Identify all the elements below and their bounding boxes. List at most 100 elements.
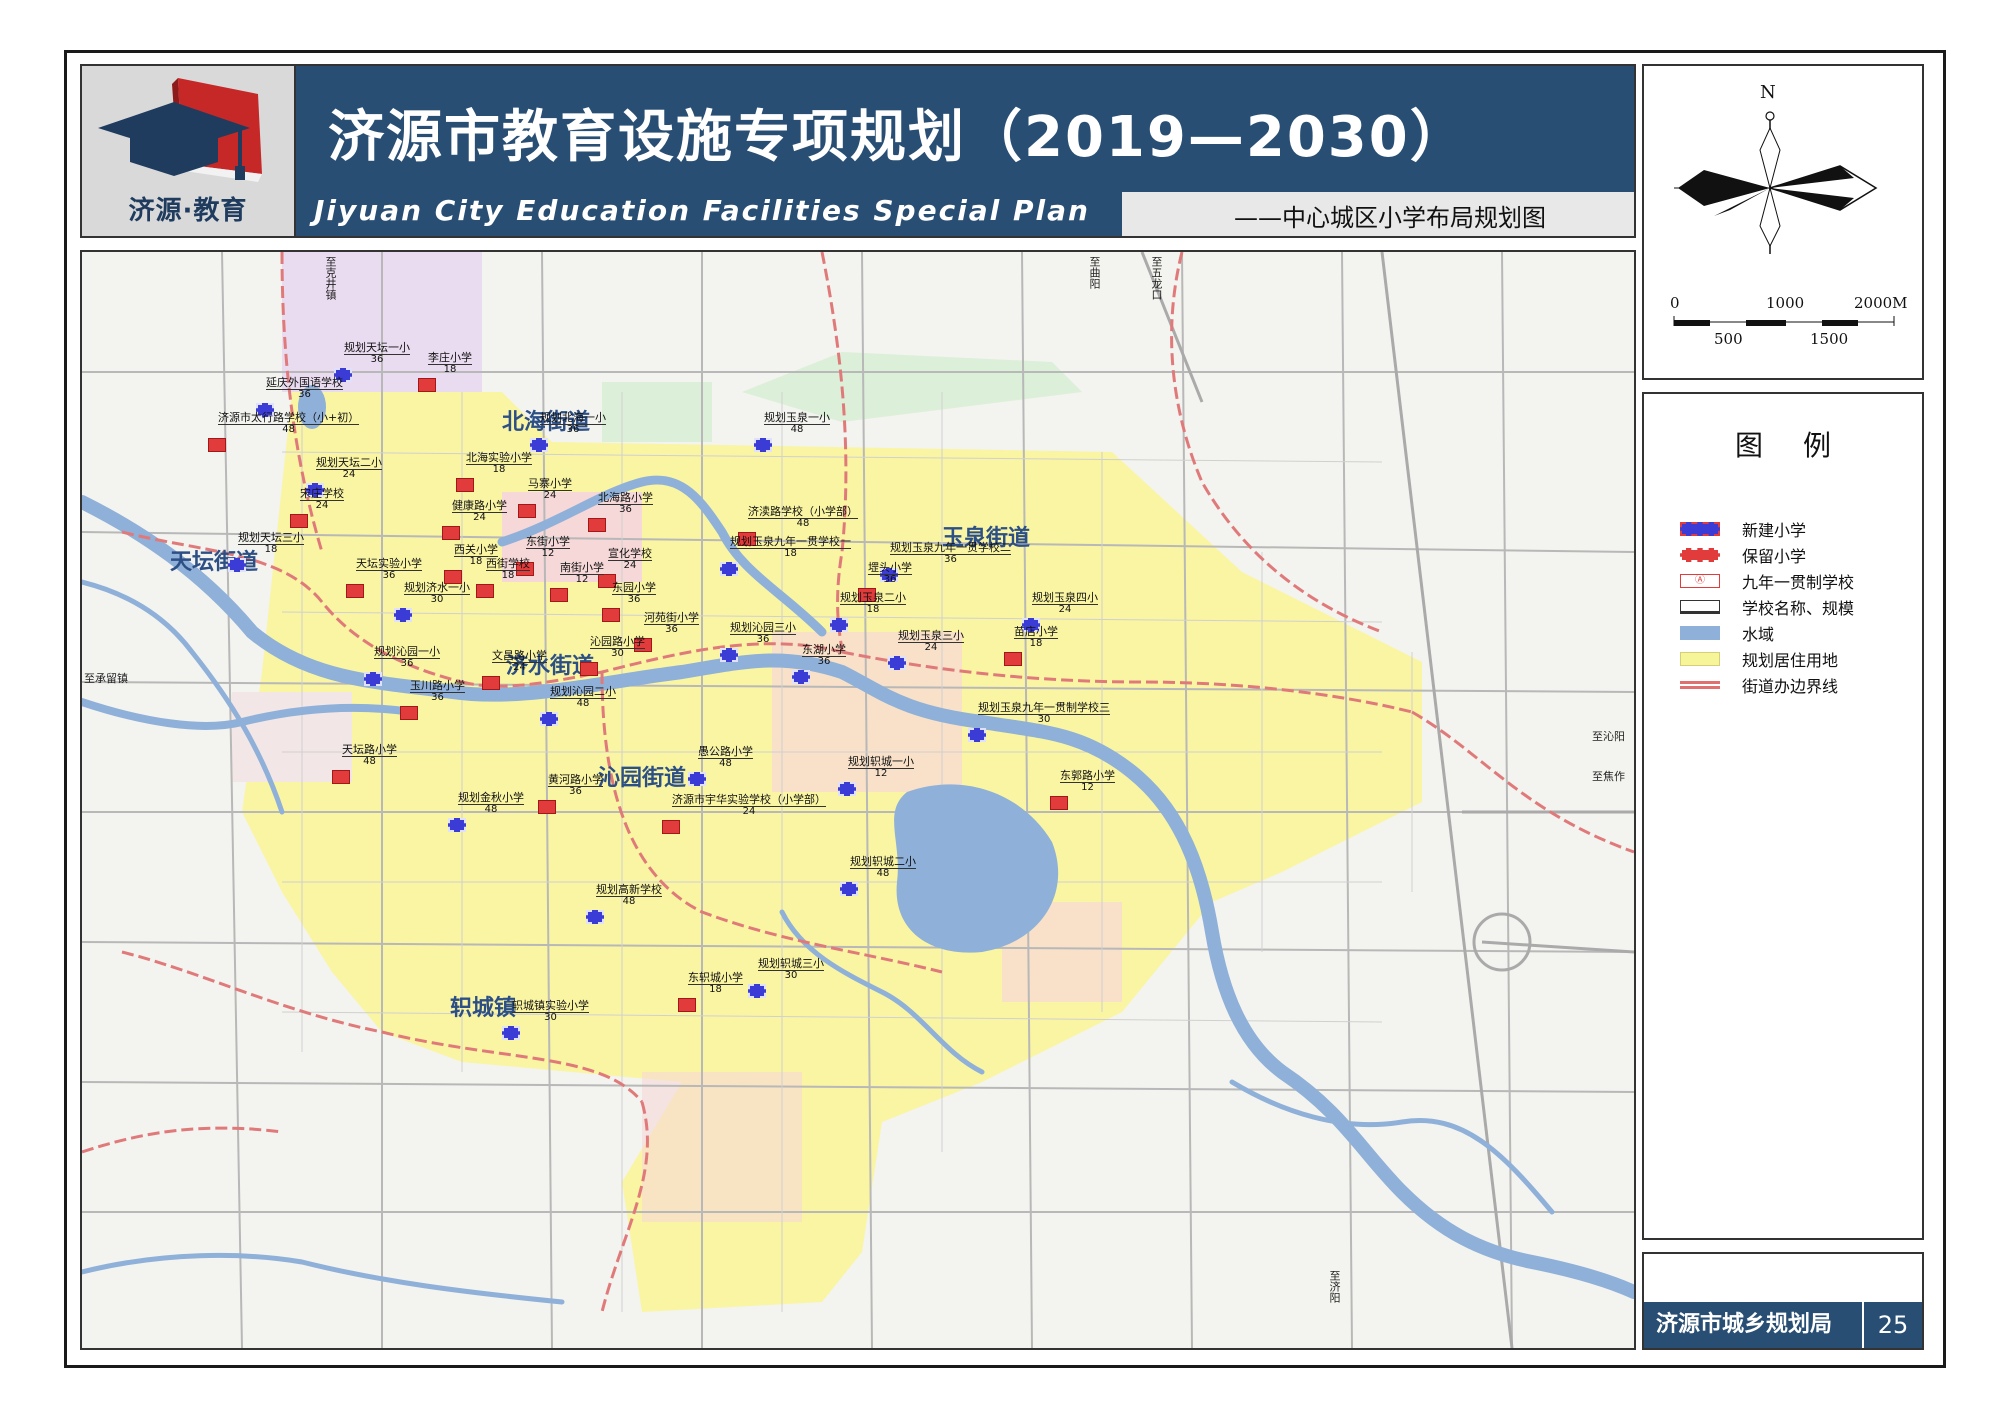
school-label: 规划轵城三小 30 [758, 957, 824, 982]
new-school-marker[interactable] [540, 712, 558, 726]
kept-school-marker[interactable] [456, 478, 474, 492]
compass-scale-panel: N 0 1000 2000M 500 1500 [1642, 64, 1924, 380]
legend-item: 规划居住用地 [1680, 648, 1838, 670]
kept-school-marker[interactable] [418, 378, 436, 392]
kept-school-marker[interactable] [442, 526, 460, 540]
kept-school-marker[interactable] [1050, 796, 1068, 810]
new-school-marker[interactable] [720, 562, 738, 576]
school-capacity: 18 [501, 570, 515, 581]
new-school-marker[interactable] [502, 1026, 520, 1040]
legend-title: 图例 [1734, 429, 1871, 462]
school-label: 沁园路小学 30 [590, 635, 645, 660]
school-label: 东园小学 36 [612, 581, 656, 606]
kept-school-marker[interactable] [1004, 652, 1022, 666]
kept-school-marker[interactable] [332, 770, 350, 784]
kept-school-marker[interactable] [588, 518, 606, 532]
kept-school-marker[interactable] [208, 438, 226, 452]
school-capacity: 36 [431, 692, 444, 703]
new-school-marker[interactable] [364, 672, 382, 686]
school-capacity: 18 [709, 984, 722, 995]
kept-school-marker[interactable] [580, 662, 598, 676]
kept-school-marker[interactable] [662, 820, 680, 834]
new-school-marker[interactable] [838, 782, 856, 796]
kept-school-marker[interactable] [482, 676, 500, 690]
school-label: 规划天坛三小 18 [238, 531, 304, 556]
new-school-marker[interactable] [586, 910, 604, 924]
new-school-marker[interactable] [792, 670, 810, 684]
new-school-marker[interactable] [840, 882, 858, 896]
school-name: 济源市太行路学校（小+初） [218, 411, 360, 425]
school-capacity: 24 [513, 662, 526, 673]
legend-label: 水域 [1742, 625, 1775, 644]
school-name: 宋庄学校 [300, 487, 344, 501]
legend-swatch-kept-school [1680, 548, 1720, 562]
school-capacity: 30 [544, 1012, 557, 1023]
school-capacity: 24 [342, 469, 356, 480]
school-capacity: 36 [370, 354, 384, 365]
school-label: 北海路小学 36 [598, 491, 653, 516]
school-capacity: 48 [622, 896, 636, 907]
kept-school-marker[interactable] [602, 608, 620, 622]
school-capacity: 48 [796, 518, 810, 529]
school-capacity: 30 [611, 648, 624, 659]
new-school-marker[interactable] [228, 558, 246, 572]
school-capacity: 36 [756, 634, 770, 645]
school-name: 宣化学校 [608, 547, 652, 561]
kept-school-marker[interactable] [550, 588, 568, 602]
school-label: 愚公路小学 48 [698, 745, 753, 770]
school-capacity: 18 [866, 604, 880, 615]
book-cap-logo-icon [98, 78, 262, 182]
new-school-marker[interactable] [688, 772, 706, 786]
new-school-marker[interactable] [748, 984, 766, 998]
legend-swatch-boundary [1680, 681, 1720, 689]
legend-label: 新建小学 [1742, 521, 1807, 540]
legend-swatch-name-scale [1680, 600, 1720, 614]
school-label: 规划天坛一小 36 [344, 341, 410, 366]
school-label: 规划北海一小 36 [540, 411, 606, 436]
school-capacity: 30 [784, 970, 798, 981]
kept-school-marker[interactable] [290, 514, 308, 528]
school-capacity: 36 [883, 574, 897, 585]
school-label: 规划轵城一小 12 [848, 755, 914, 780]
new-school-marker[interactable] [888, 656, 906, 670]
new-school-marker[interactable] [830, 618, 848, 632]
kept-school-marker[interactable] [538, 800, 556, 814]
school-label: 健康路小学 24 [452, 499, 507, 524]
road-label-kejing: 至克井镇 [324, 256, 337, 300]
road-label-quyang: 至曲阳 [1088, 256, 1101, 289]
legend-item: 街道办边界线 [1680, 674, 1838, 696]
footer-band: 济源市城乡规划局 25 [1644, 1302, 1922, 1348]
kept-school-marker[interactable] [678, 998, 696, 1012]
new-school-marker[interactable] [530, 438, 548, 452]
kept-school-marker[interactable] [400, 706, 418, 720]
kept-school-marker[interactable] [518, 504, 536, 518]
road-label-chengliu: 至承留镇 [84, 672, 128, 685]
school-label: 文昌路小学 24 [492, 649, 547, 674]
school-label: 规划玉泉三小 24 [898, 629, 964, 654]
school-capacity: 18 [1029, 638, 1043, 649]
school-label: 河苑街小学 36 [644, 611, 699, 636]
kept-school-marker[interactable] [476, 584, 494, 598]
school-capacity: 36 [566, 424, 580, 435]
new-school-marker[interactable] [394, 608, 412, 622]
school-label: 堽头小学 36 [868, 561, 912, 586]
kept-school-marker[interactable] [346, 584, 364, 598]
new-school-marker[interactable] [968, 728, 986, 742]
new-school-marker[interactable] [754, 438, 772, 452]
school-label: 规划玉泉九年一贯制学校三 30 [978, 701, 1110, 726]
legend-swatch-residential [1680, 652, 1720, 666]
school-name: 沁园路小学 [590, 635, 645, 649]
school-name: 西街学校 [486, 557, 530, 571]
school-name: 东郭路小学 [1060, 769, 1115, 783]
school-name: 堽头小学 [868, 561, 912, 575]
new-school-marker[interactable] [720, 648, 738, 662]
school-name: 延庆外国语学校 [266, 376, 343, 390]
map-canvas[interactable]: 北海街道 玉泉街道 天坛街道 济水街道 沁园街道 轵城镇 至承留镇 至沁阳 至焦… [80, 250, 1636, 1350]
new-school-marker[interactable] [448, 818, 466, 832]
school-label: 东湖小学 36 [802, 643, 846, 668]
school-name: 规划天坛二小 [316, 456, 382, 470]
school-name: 健康路小学 [452, 499, 507, 513]
school-label: 东街小学 12 [526, 535, 570, 560]
school-name: 规划玉泉一小 [764, 411, 830, 425]
map-subtitle: ——中心城区小学布局规划图 [1234, 204, 1546, 232]
